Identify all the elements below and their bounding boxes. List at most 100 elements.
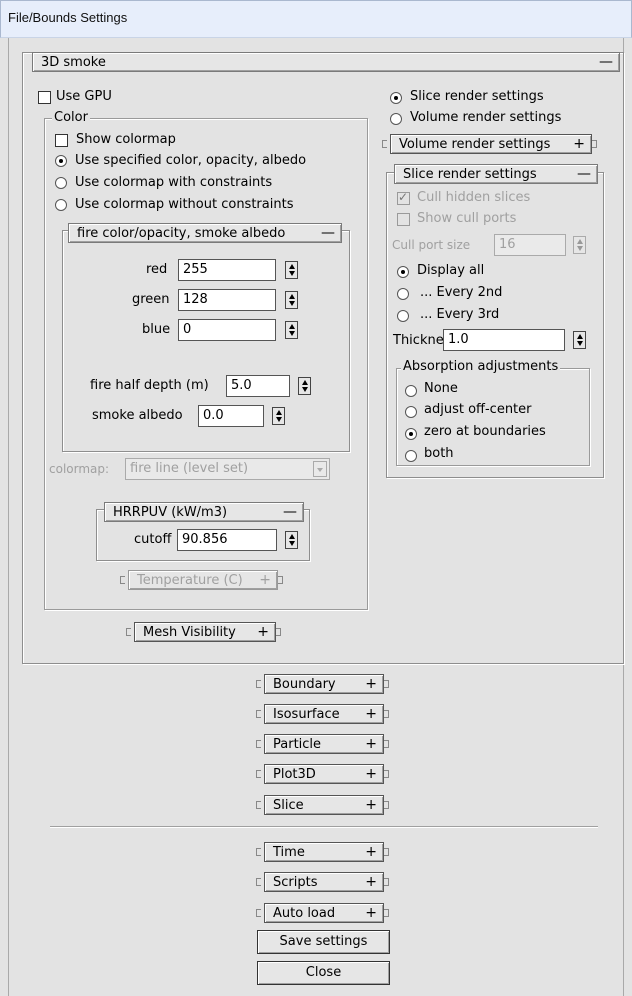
rollout-left-tick [382,140,387,148]
red-spinner[interactable] [285,261,298,279]
rollout-label: Particle [273,737,322,752]
cull-hidden-checkbox[interactable] [397,190,410,205]
rollout-left-tick [120,576,125,584]
mesh-visibility-rollout[interactable]: Mesh Visibility + [126,622,292,644]
absorption-off-center-label: adjust off-center [424,402,532,417]
rollout-right-tick [384,740,389,748]
blue-input[interactable]: 0 [178,319,276,341]
use-gpu-checkbox[interactable] [38,91,51,104]
temperature-label: Temperature (C) [137,573,243,588]
half-depth-label: fire half depth (m) [90,378,209,393]
fire-panel-header[interactable]: fire color/opacity, smoke albedo — [68,223,342,243]
absorption-zero-radio[interactable] [405,428,417,440]
every-2nd-radio[interactable] [397,288,409,300]
absorption-none-label: None [424,381,458,396]
rollout-right-tick [384,710,389,718]
fire-panel-title: fire color/opacity, smoke albedo [77,226,286,241]
mesh-visibility-label: Mesh Visibility [143,625,236,640]
smoke-panel-header[interactable]: 3D smoke — [32,52,620,72]
green-input[interactable]: 128 [178,289,276,311]
rollout-left-tick [256,770,261,778]
show-colormap-label: Show colormap [76,132,176,147]
absorption-group-label: Absorption adjustments [401,359,561,374]
chevron-down-icon [313,461,327,477]
green-label: green [132,292,170,307]
volume-render-label: Volume render settings [399,137,551,152]
colormap-select[interactable]: fire line (level set) [125,458,330,480]
show-cull-ports-checkbox[interactable] [397,213,410,226]
green-spinner[interactable] [285,291,298,309]
rollout-auto-load[interactable]: Auto load + [256,903,396,925]
rollout-left-tick [256,878,261,886]
rollout-left-tick [256,680,261,688]
colormap-label: colormap: [49,462,110,476]
smoke-panel-title: 3D smoke [41,55,106,70]
slice-render-header[interactable]: Slice render settings — [394,164,598,184]
close-button[interactable]: Close [257,961,390,985]
albedo-input[interactable]: 0.0 [198,405,264,427]
absorption-both-label: both [424,446,454,461]
every-3rd-radio[interactable] [397,310,409,322]
expand-icon: + [365,706,377,722]
rollout-label: Isosurface [273,707,340,722]
blue-spinner[interactable] [285,321,298,339]
absorption-zero-label: zero at boundaries [424,424,546,439]
rollout-plot3d[interactable]: Plot3D + [256,764,396,786]
temperature-rollout[interactable]: Temperature (C) + [120,570,290,592]
rollout-label: Auto load [273,906,336,921]
window-title: File/Bounds Settings [8,10,128,25]
cutoff-spinner[interactable] [285,531,298,549]
thickness-spinner[interactable] [573,331,586,349]
volume-render-radio[interactable] [390,113,402,125]
colormap-constraints-label: Use colormap with constraints [75,175,273,190]
colormap-no-constraints-label: Use colormap without constraints [75,197,294,212]
use-specified-radio[interactable] [55,155,67,167]
absorption-off-center-radio[interactable] [405,406,417,418]
albedo-label: smoke albedo [92,408,183,423]
rollout-left-tick [126,628,131,636]
rollout-particle[interactable]: Particle + [256,734,396,756]
colormap-value: fire line (level set) [130,461,249,476]
cull-port-size-input[interactable]: 16 [494,234,566,256]
rollout-right-tick [276,628,281,636]
rollout-right-tick [278,576,283,584]
cull-port-size-spinner[interactable] [573,236,586,254]
volume-render-radio-label: Volume render settings [410,110,562,125]
expand-icon: + [365,844,377,860]
rollout-scripts[interactable]: Scripts + [256,872,396,894]
every-2nd-label: ... Every 2nd [420,285,503,300]
hrrpuv-header[interactable]: HRRPUV (kW/m3) — [104,502,304,522]
expand-icon: + [365,676,377,692]
rollout-left-tick [256,848,261,856]
thickness-input[interactable]: 1.0 [443,329,565,351]
expand-icon: + [365,736,377,752]
half-depth-spinner[interactable] [298,377,311,395]
slice-render-radio[interactable] [390,92,402,104]
use-specified-label: Use specified color, opacity, albedo [75,153,307,168]
expand-icon: + [365,905,377,921]
half-depth-input[interactable]: 5.0 [226,375,290,397]
colormap-no-constraints-radio[interactable] [55,199,67,211]
collapse-icon: — [283,504,297,520]
cull-hidden-label: Cull hidden slices [417,190,531,205]
rollout-right-tick [384,801,389,809]
rollout-right-tick [384,770,389,778]
rollout-isosurface[interactable]: Isosurface + [256,704,396,726]
colormap-constraints-radio[interactable] [55,177,67,189]
red-input[interactable]: 255 [178,259,276,281]
display-all-radio[interactable] [397,266,409,278]
rollout-slice[interactable]: Slice + [256,795,396,817]
rollout-left-tick [256,801,261,809]
save-settings-button[interactable]: Save settings [257,930,390,954]
albedo-spinner[interactable] [272,407,285,425]
rollout-time[interactable]: Time + [256,842,396,864]
absorption-both-radio[interactable] [405,450,417,462]
color-group-label: Color [52,110,90,125]
expand-icon: + [365,874,377,890]
rollout-boundary[interactable]: Boundary + [256,674,396,696]
volume-render-rollout[interactable]: Volume render settings + [382,134,604,156]
absorption-none-radio[interactable] [405,385,417,397]
slice-render-radio-label: Slice render settings [410,89,544,104]
cutoff-input[interactable]: 90.856 [177,529,277,551]
show-colormap-checkbox[interactable] [55,134,68,147]
